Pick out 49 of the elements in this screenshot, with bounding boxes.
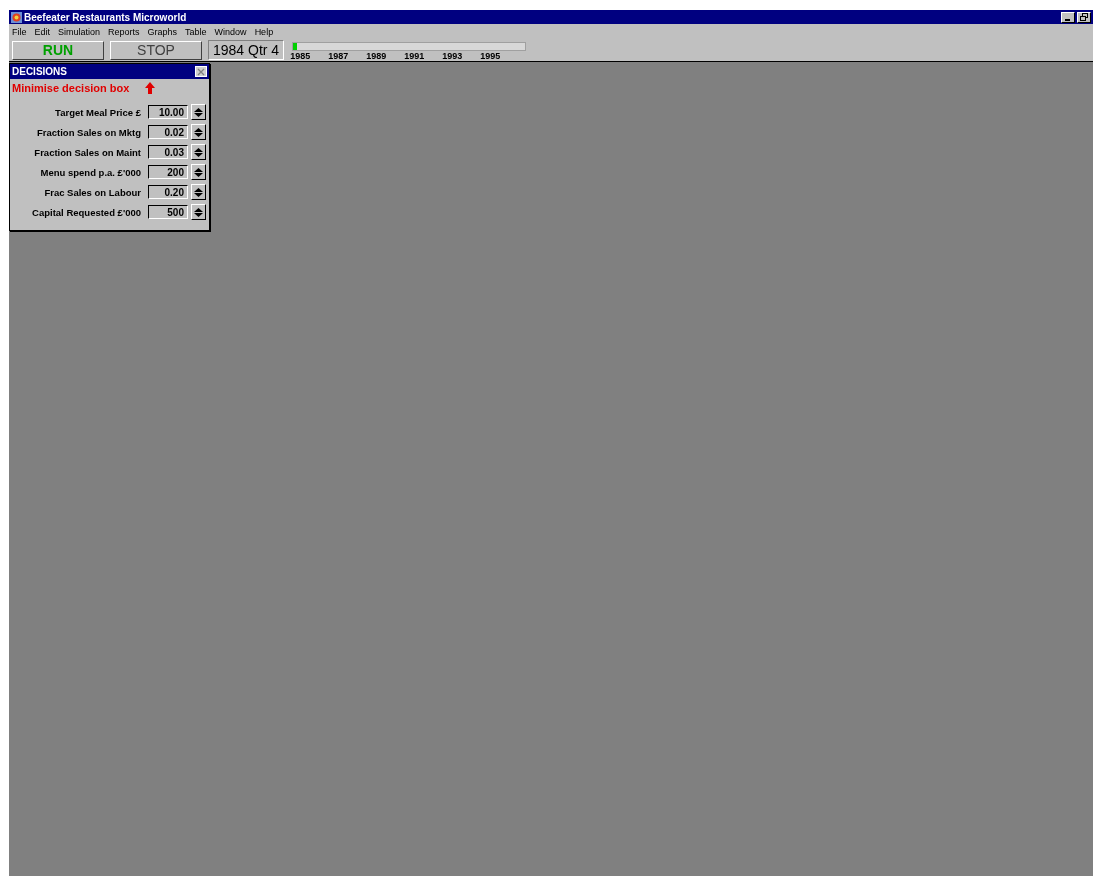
input-field[interactable]: 0.02 bbox=[148, 125, 188, 139]
input-field[interactable]: 0.20 bbox=[148, 185, 188, 199]
spinner-button[interactable] bbox=[191, 164, 206, 180]
year-label: 1989 bbox=[366, 50, 387, 61]
field-label: Capital Requested £'000 bbox=[32, 206, 141, 218]
field-label: Fraction Sales on Mktg bbox=[37, 126, 141, 138]
spinner-button[interactable] bbox=[191, 204, 206, 220]
input-field[interactable]: 0.03 bbox=[148, 145, 188, 159]
menu-item[interactable]: Window bbox=[214, 26, 247, 37]
year-label: 1987 bbox=[328, 50, 349, 61]
minimize-button[interactable] bbox=[1061, 11, 1075, 23]
menu-item[interactable]: Table bbox=[185, 26, 207, 37]
restore-button[interactable] bbox=[1077, 11, 1091, 23]
close-button[interactable] bbox=[195, 66, 207, 77]
field-label: Menu spend p.a. £'000 bbox=[40, 166, 141, 178]
menu-item[interactable]: File bbox=[12, 26, 27, 37]
input-field[interactable]: 10.00 bbox=[148, 105, 188, 119]
field-label: Fraction Sales on Maint bbox=[34, 146, 141, 158]
up-down-arrows-icon bbox=[194, 127, 203, 137]
spinner-button[interactable] bbox=[191, 124, 206, 140]
up-down-arrows-icon bbox=[194, 187, 203, 197]
close-icon bbox=[197, 67, 205, 76]
up-down-arrows-icon bbox=[194, 107, 203, 117]
year-label: 1993 bbox=[442, 50, 463, 61]
field-label: Frac Sales on Labour bbox=[44, 186, 141, 198]
input-field[interactable]: 200 bbox=[148, 165, 188, 179]
menu-item[interactable]: Edit bbox=[34, 26, 51, 37]
field-label: Target Meal Price £ bbox=[55, 106, 141, 118]
up-arrow-icon[interactable] bbox=[145, 82, 156, 94]
menu-item[interactable]: Reports bbox=[108, 26, 140, 37]
year-label: 1995 bbox=[480, 50, 501, 61]
spinner-button[interactable] bbox=[191, 184, 206, 200]
year-label: 1991 bbox=[404, 50, 425, 61]
spinner-button[interactable] bbox=[191, 144, 206, 160]
up-down-arrows-icon bbox=[194, 147, 203, 157]
up-down-arrows-icon bbox=[194, 207, 203, 217]
menu-item[interactable]: Help bbox=[254, 26, 274, 37]
menu-item[interactable]: Simulation bbox=[58, 26, 101, 37]
restore-icon bbox=[1080, 13, 1088, 21]
period-display: 1984 Qtr 4 bbox=[208, 40, 285, 60]
panel-title: DECISIONS bbox=[12, 66, 67, 77]
input-field[interactable]: 500 bbox=[148, 205, 188, 219]
menu-item[interactable]: Graphs bbox=[147, 26, 178, 37]
stop-button[interactable]: STOP bbox=[110, 40, 202, 60]
up-down-arrows-icon bbox=[194, 167, 203, 177]
spinner-button[interactable] bbox=[191, 104, 206, 120]
window-title: Beefeater Restaurants Microworld bbox=[24, 11, 187, 23]
app-icon bbox=[11, 11, 22, 23]
year-label: 1985 bbox=[290, 50, 311, 61]
